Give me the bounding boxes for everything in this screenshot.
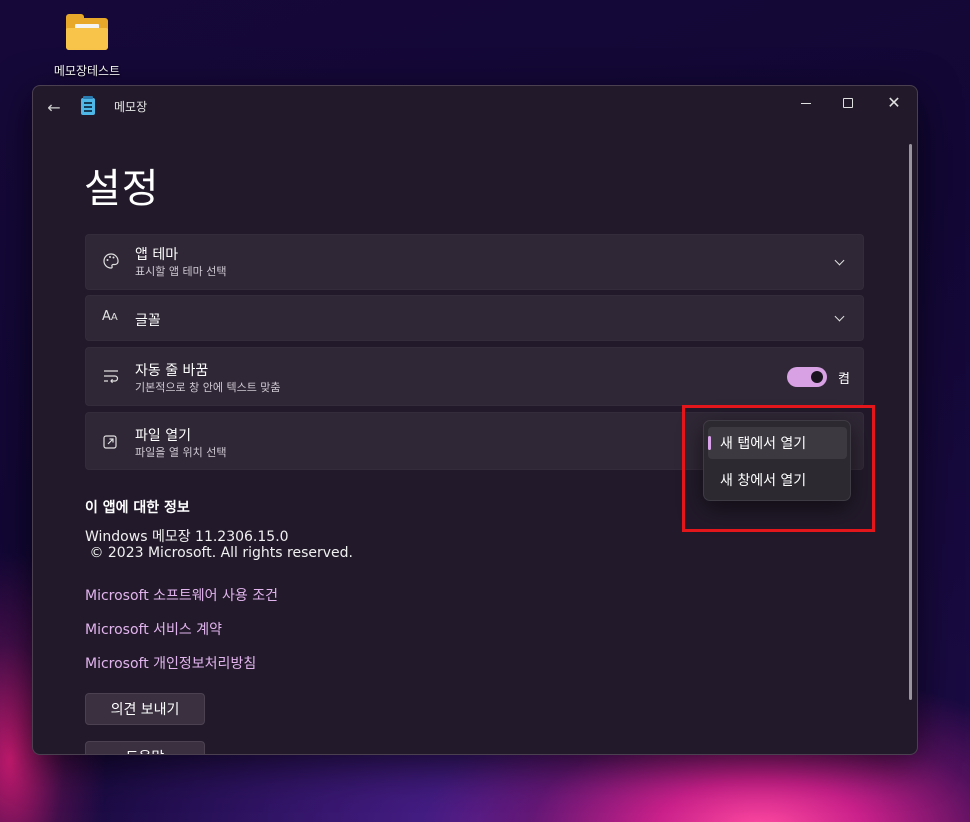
chevron-down-icon[interactable] — [834, 257, 844, 267]
app-version: Windows 메모장 11.2306.15.0 — [85, 529, 289, 545]
minimize-icon — [801, 102, 811, 104]
palette-icon — [102, 252, 120, 274]
font-title: 글꼴 — [135, 313, 161, 329]
page-title: 설정 — [84, 166, 160, 212]
toggle-knob — [811, 371, 823, 383]
maximize-icon — [843, 98, 853, 108]
back-arrow-icon[interactable]: ← — [43, 96, 65, 118]
desktop-folder-shortcut[interactable]: 메모장테스트 — [48, 14, 126, 79]
file-open-subtitle: 파일을 열 위치 선택 — [135, 446, 227, 459]
about-heading: 이 앱에 대한 정보 — [85, 500, 190, 516]
word-wrap-subtitle: 기본적으로 창 안에 텍스트 맞춤 — [135, 381, 281, 394]
maximize-button[interactable] — [830, 90, 866, 116]
app-theme-title: 앱 테마 — [135, 247, 179, 263]
folder-icon — [66, 14, 108, 50]
desktop-icon-label: 메모장테스트 — [53, 64, 121, 78]
send-feedback-button[interactable]: 의견 보내기 — [85, 693, 205, 725]
font-setting[interactable]: AA 글꼴 — [85, 295, 864, 341]
word-wrap-setting: 자동 줄 바꿈 기본적으로 창 안에 텍스트 맞춤 켬 — [85, 347, 864, 406]
word-wrap-state-label: 켬 — [838, 372, 850, 387]
file-open-title: 파일 열기 — [135, 428, 191, 444]
privacy-policy-link[interactable]: Microsoft 개인정보처리방침 — [85, 653, 256, 673]
license-terms-link[interactable]: Microsoft 소프트웨어 사용 조건 — [85, 585, 278, 605]
chevron-down-icon[interactable] — [834, 313, 844, 323]
word-wrap-icon — [102, 368, 120, 388]
font-icon: AA — [102, 309, 118, 324]
close-button[interactable]: ✕ — [876, 90, 912, 116]
copyright-text: © 2023 Microsoft. All rights reserved. — [85, 545, 353, 561]
title-bar: ← 메모장 ✕ — [33, 86, 917, 126]
help-button[interactable]: 도움말 — [85, 741, 205, 754]
word-wrap-toggle[interactable] — [787, 367, 827, 387]
minimize-button[interactable] — [788, 90, 824, 116]
app-theme-subtitle: 표시할 앱 테마 선택 — [135, 265, 227, 278]
services-agreement-link[interactable]: Microsoft 서비스 계약 — [85, 619, 222, 639]
close-icon: ✕ — [887, 93, 901, 112]
notepad-app-icon — [81, 96, 95, 115]
highlight-box — [682, 405, 875, 532]
vertical-scrollbar[interactable] — [909, 144, 912, 700]
open-in-new-icon — [102, 434, 118, 454]
app-title: 메모장 — [114, 100, 148, 114]
app-theme-setting[interactable]: 앱 테마 표시할 앱 테마 선택 — [85, 234, 864, 290]
word-wrap-title: 자동 줄 바꿈 — [135, 363, 209, 379]
